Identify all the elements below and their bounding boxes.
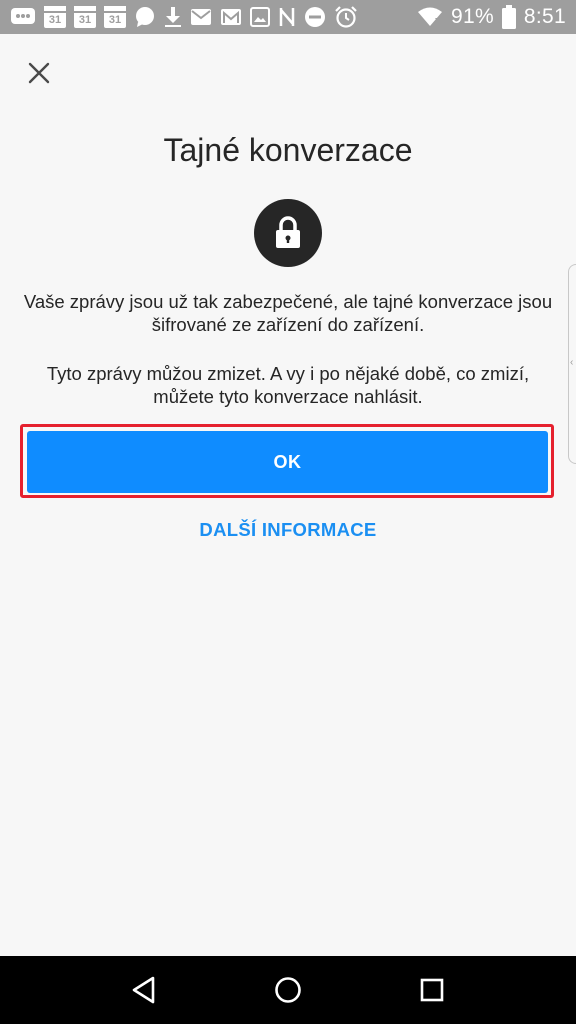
battery-icon (501, 5, 516, 29)
system-indicators: 91% 8:51 (417, 5, 566, 29)
dialog-title: Tajné konverzace (163, 132, 413, 168)
navigation-bar (0, 956, 576, 1024)
ok-button[interactable]: OK (27, 431, 548, 493)
do-not-disturb-icon (304, 6, 326, 28)
chevron-left-icon: ‹ (570, 357, 574, 368)
recents-button[interactable] (410, 968, 454, 1012)
clock: 8:51 (523, 5, 566, 28)
lock-icon (276, 216, 300, 248)
calendar-icon: 31 (104, 6, 126, 28)
battery-percent: 91% (450, 5, 494, 28)
close-icon (28, 62, 50, 84)
calendar-icon: 31 (74, 6, 96, 28)
more-info-link[interactable]: DALŠÍ INFORMACE (0, 519, 576, 541)
image-icon (250, 7, 270, 27)
wifi-icon (417, 7, 443, 27)
close-button[interactable] (24, 58, 54, 88)
chat-icon (10, 6, 36, 28)
email-icon (190, 8, 212, 26)
alarm-icon (334, 5, 358, 29)
description-disappearing: Tyto zprávy můžou zmizet. A vy i po něja… (46, 363, 530, 407)
message-bubble-icon (134, 6, 156, 28)
recents-icon (420, 978, 444, 1002)
edge-panel-handle[interactable]: ‹ (568, 264, 576, 464)
download-icon (164, 6, 182, 28)
calendar-icon: 31 (44, 6, 66, 28)
notification-icons: 31 31 31 (10, 5, 358, 29)
lock-badge (254, 199, 322, 267)
back-icon (132, 976, 155, 1004)
ok-button-label: OK (273, 451, 302, 472)
description-encryption: Vaše zprávy jsou už tak zabezpečené, ale… (23, 291, 553, 335)
home-button[interactable] (266, 968, 310, 1012)
back-button[interactable] (122, 968, 166, 1012)
home-icon (275, 977, 301, 1003)
status-bar: 31 31 31 91% 8:51 (0, 0, 576, 34)
gmail-icon (220, 8, 242, 26)
nfc-icon (278, 6, 296, 28)
